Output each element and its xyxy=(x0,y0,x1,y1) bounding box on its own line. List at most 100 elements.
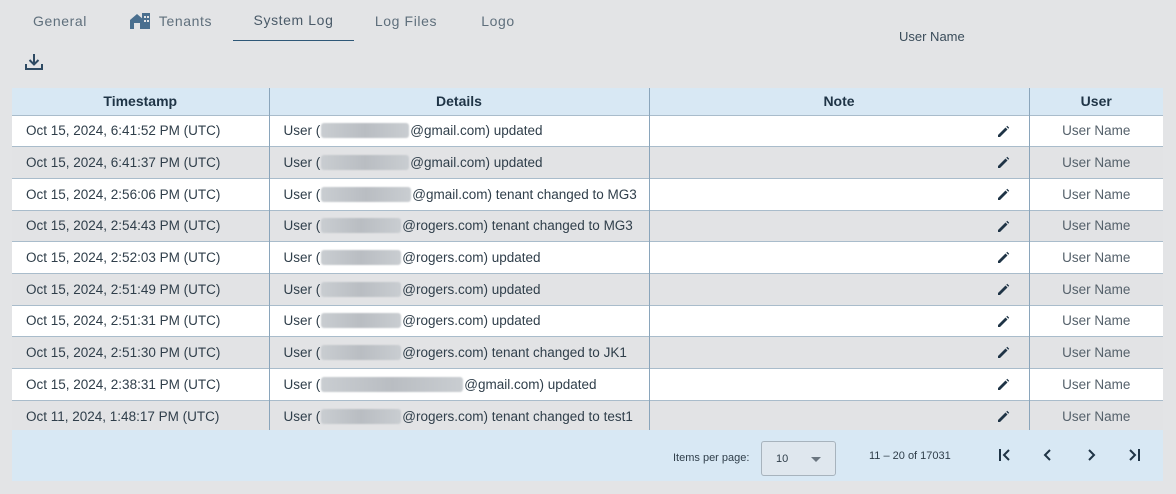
details-cell: User ( @rogers.com) tenant changed to MG3 xyxy=(269,209,650,242)
details-suffix: @gmail.com) updated xyxy=(410,123,543,139)
chevron-right-icon xyxy=(1088,449,1096,461)
redacted-email xyxy=(321,155,410,171)
tab-logo[interactable]: Logo xyxy=(458,0,538,41)
items-per-page-select[interactable]: 10 xyxy=(761,441,836,476)
redacted-email xyxy=(321,345,402,361)
paginator: Items per page: 10 11 – 20 of 17031 xyxy=(12,430,1163,481)
timestamp-cell: Oct 15, 2024, 2:54:43 PM (UTC) xyxy=(12,209,270,242)
first-page-button[interactable] xyxy=(995,445,1015,465)
redacted-email xyxy=(321,250,402,266)
details-cell: User (@gmail.com) tenant changed to MG3 xyxy=(269,177,650,211)
edit-note-button[interactable] xyxy=(996,410,1010,424)
download-button[interactable] xyxy=(24,52,44,72)
timestamp-cell: Oct 15, 2024, 6:41:37 PM (UTC) xyxy=(12,146,270,179)
edit-note-button[interactable] xyxy=(996,251,1010,265)
timestamp-cell: Oct 15, 2024, 2:56:06 PM (UTC) xyxy=(12,177,270,211)
pencil-icon xyxy=(997,188,1009,200)
details-prefix: User ( xyxy=(283,186,321,202)
pencil-icon xyxy=(997,347,1009,359)
user-cell: User Name xyxy=(1029,146,1163,179)
column-header-note[interactable]: Note xyxy=(649,88,1030,115)
note-cell xyxy=(649,241,1030,274)
note-cell xyxy=(649,272,1030,306)
edit-note-button[interactable] xyxy=(996,188,1010,202)
system-log-table: Timestamp Details Note User Oct 15, 2024… xyxy=(12,88,1163,432)
table-row: Oct 11, 2024, 1:48:17 PM (UTC) User ( @rog… xyxy=(12,399,1163,432)
redacted-email xyxy=(321,376,464,392)
next-page-button[interactable] xyxy=(1081,445,1101,465)
user-cell: User Name xyxy=(1029,114,1163,147)
tab-label: General xyxy=(32,12,87,29)
redacted-email xyxy=(321,123,410,139)
redacted-email xyxy=(321,408,402,424)
table-row: Oct 15, 2024, 2:51:30 PM (UTC) User (@rog… xyxy=(12,336,1163,369)
details-cell: User ( @rogers.com) tenant changed to tes… xyxy=(269,399,650,432)
tab-label: Log Files xyxy=(374,12,438,29)
edit-note-button[interactable] xyxy=(996,315,1010,329)
details-cell: User (@gmail.com) updated xyxy=(269,146,650,179)
column-header-user[interactable]: User xyxy=(1029,88,1163,115)
timestamp-cell: Oct 15, 2024, 2:38:31 PM (UTC) xyxy=(12,368,270,401)
tab-system-log[interactable]: System Log xyxy=(233,0,354,41)
edit-note-button[interactable] xyxy=(996,220,1010,234)
table-row: Oct 15, 2024, 2:51:31 PM (UTC) User (@rog… xyxy=(12,304,1163,337)
table-row: Oct 15, 2024, 6:41:52 PM (UTC) User (@gma… xyxy=(12,114,1163,147)
details-cell: User (@rogers.com) updated xyxy=(269,241,650,274)
download-icon xyxy=(25,54,43,70)
timestamp-cell: Oct 11, 2024, 1:48:17 PM (UTC) xyxy=(12,399,270,432)
last-page-button[interactable] xyxy=(1124,445,1144,465)
tab-label: Tenants xyxy=(158,12,213,29)
redacted-email xyxy=(321,281,402,297)
pencil-icon xyxy=(997,283,1009,295)
note-cell xyxy=(649,146,1030,179)
chevron-down-icon xyxy=(811,457,821,462)
user-cell: User Name xyxy=(1029,399,1163,432)
details-prefix: User ( xyxy=(283,218,321,234)
redacted-email xyxy=(321,186,412,202)
user-cell: User Name xyxy=(1029,241,1163,274)
table-header-row: Timestamp Details Note User xyxy=(12,88,1163,115)
previous-page-button[interactable] xyxy=(1038,445,1058,465)
details-suffix: @rogers.com) updated xyxy=(402,250,541,266)
user-cell: User Name xyxy=(1029,368,1163,401)
note-cell xyxy=(649,304,1030,337)
table-row: Oct 15, 2024, 6:41:37 PM (UTC) User (@gma… xyxy=(12,146,1163,179)
details-prefix: User ( xyxy=(283,408,321,424)
details-suffix: @gmail.com) updated xyxy=(410,155,543,171)
details-prefix: User ( xyxy=(283,123,321,139)
edit-note-button[interactable] xyxy=(996,283,1010,297)
details-suffix: @rogers.com) tenant changed to MG3 xyxy=(402,218,633,234)
column-header-timestamp[interactable]: Timestamp xyxy=(12,88,270,115)
pencil-icon xyxy=(997,378,1009,390)
redacted-email xyxy=(321,218,402,234)
details-cell: User (@rogers.com) updated xyxy=(269,304,650,337)
tab-log-files[interactable]: Log Files xyxy=(354,0,458,41)
edit-note-button[interactable] xyxy=(996,346,1010,360)
timestamp-cell: Oct 15, 2024, 2:51:49 PM (UTC) xyxy=(12,272,270,306)
column-header-details[interactable]: Details xyxy=(269,88,650,115)
items-per-page-value: 10 xyxy=(776,453,789,465)
edit-note-button[interactable] xyxy=(996,156,1010,170)
note-cell xyxy=(649,399,1030,432)
details-suffix: @rogers.com) tenant changed to test1 xyxy=(402,408,633,424)
current-user-name: User Name xyxy=(899,29,965,44)
pencil-icon xyxy=(997,410,1009,422)
edit-note-button[interactable] xyxy=(996,125,1010,139)
edit-note-button[interactable] xyxy=(996,378,1010,392)
chevron-left-icon xyxy=(1043,449,1051,461)
user-cell: User Name xyxy=(1029,209,1163,242)
details-prefix: User ( xyxy=(283,345,321,361)
user-cell: User Name xyxy=(1029,304,1163,337)
note-cell xyxy=(649,177,1030,211)
timestamp-cell: Oct 15, 2024, 2:52:03 PM (UTC) xyxy=(12,241,270,274)
page-range-label: 11 – 20 of 17031 xyxy=(869,450,951,462)
tab-bar: General Tenants System Log Log Files Log… xyxy=(12,0,538,42)
pencil-icon xyxy=(997,252,1009,264)
user-cell: User Name xyxy=(1029,272,1163,306)
details-suffix: @rogers.com) updated xyxy=(402,313,541,329)
redacted-email xyxy=(321,313,402,329)
tab-tenants[interactable]: Tenants xyxy=(108,0,233,41)
details-cell: User (@rogers.com) tenant changed to JK1 xyxy=(269,336,650,369)
tab-general[interactable]: General xyxy=(12,0,108,41)
table-row: Oct 15, 2024, 2:52:03 PM (UTC) User (@rog… xyxy=(12,241,1163,274)
